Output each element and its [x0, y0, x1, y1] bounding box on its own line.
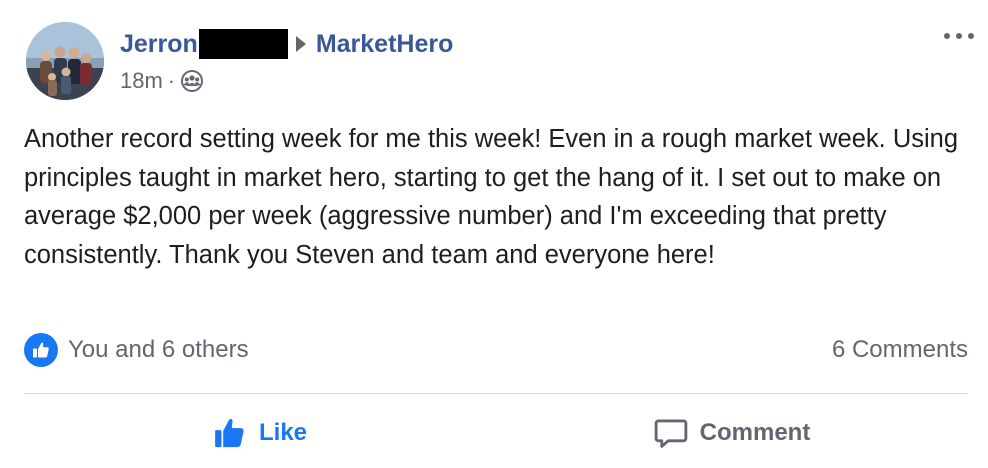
- post-card: Jerron MarketHero 18m · Another record s…: [0, 0, 988, 468]
- more-options-icon[interactable]: [944, 30, 974, 42]
- comment-button-label: Comment: [699, 419, 811, 446]
- post-body-text: Another record setting week for me this …: [24, 125, 959, 269]
- comments-count-link[interactable]: 6 Comments: [832, 336, 968, 364]
- more-dot: [956, 33, 962, 39]
- post-header-title: Jerron MarketHero: [120, 26, 453, 62]
- speech-bubble-icon: [654, 416, 688, 450]
- like-badge-icon: [24, 333, 58, 367]
- author-avatar[interactable]: [26, 22, 104, 100]
- like-button-label: Like: [258, 419, 308, 446]
- post-actions-bar: Like Comment: [24, 398, 968, 468]
- reactions-count-label[interactable]: You and 6 others: [68, 336, 249, 364]
- group-audience-icon[interactable]: [180, 69, 204, 93]
- reactions-link[interactable]: You and 6 others: [24, 333, 249, 367]
- group-name-link[interactable]: MarketHero: [316, 30, 454, 59]
- actions-divider: [24, 393, 968, 394]
- post-timestamp[interactable]: 18m: [120, 68, 163, 94]
- meta-separator: ·: [167, 68, 176, 93]
- triangle-right-icon: [295, 36, 306, 52]
- reactions-summary: You and 6 others 6 Comments: [24, 332, 968, 368]
- like-button[interactable]: Like: [24, 398, 496, 468]
- redacted-name-block: [198, 29, 288, 59]
- thumbs-up-icon: [213, 416, 247, 450]
- more-dot: [968, 33, 974, 39]
- more-dot: [944, 33, 950, 39]
- group-photo-icon: [26, 22, 104, 100]
- comment-button[interactable]: Comment: [496, 398, 968, 468]
- post-meta: 18m ·: [120, 66, 204, 96]
- author-name-link[interactable]: Jerron: [120, 30, 198, 59]
